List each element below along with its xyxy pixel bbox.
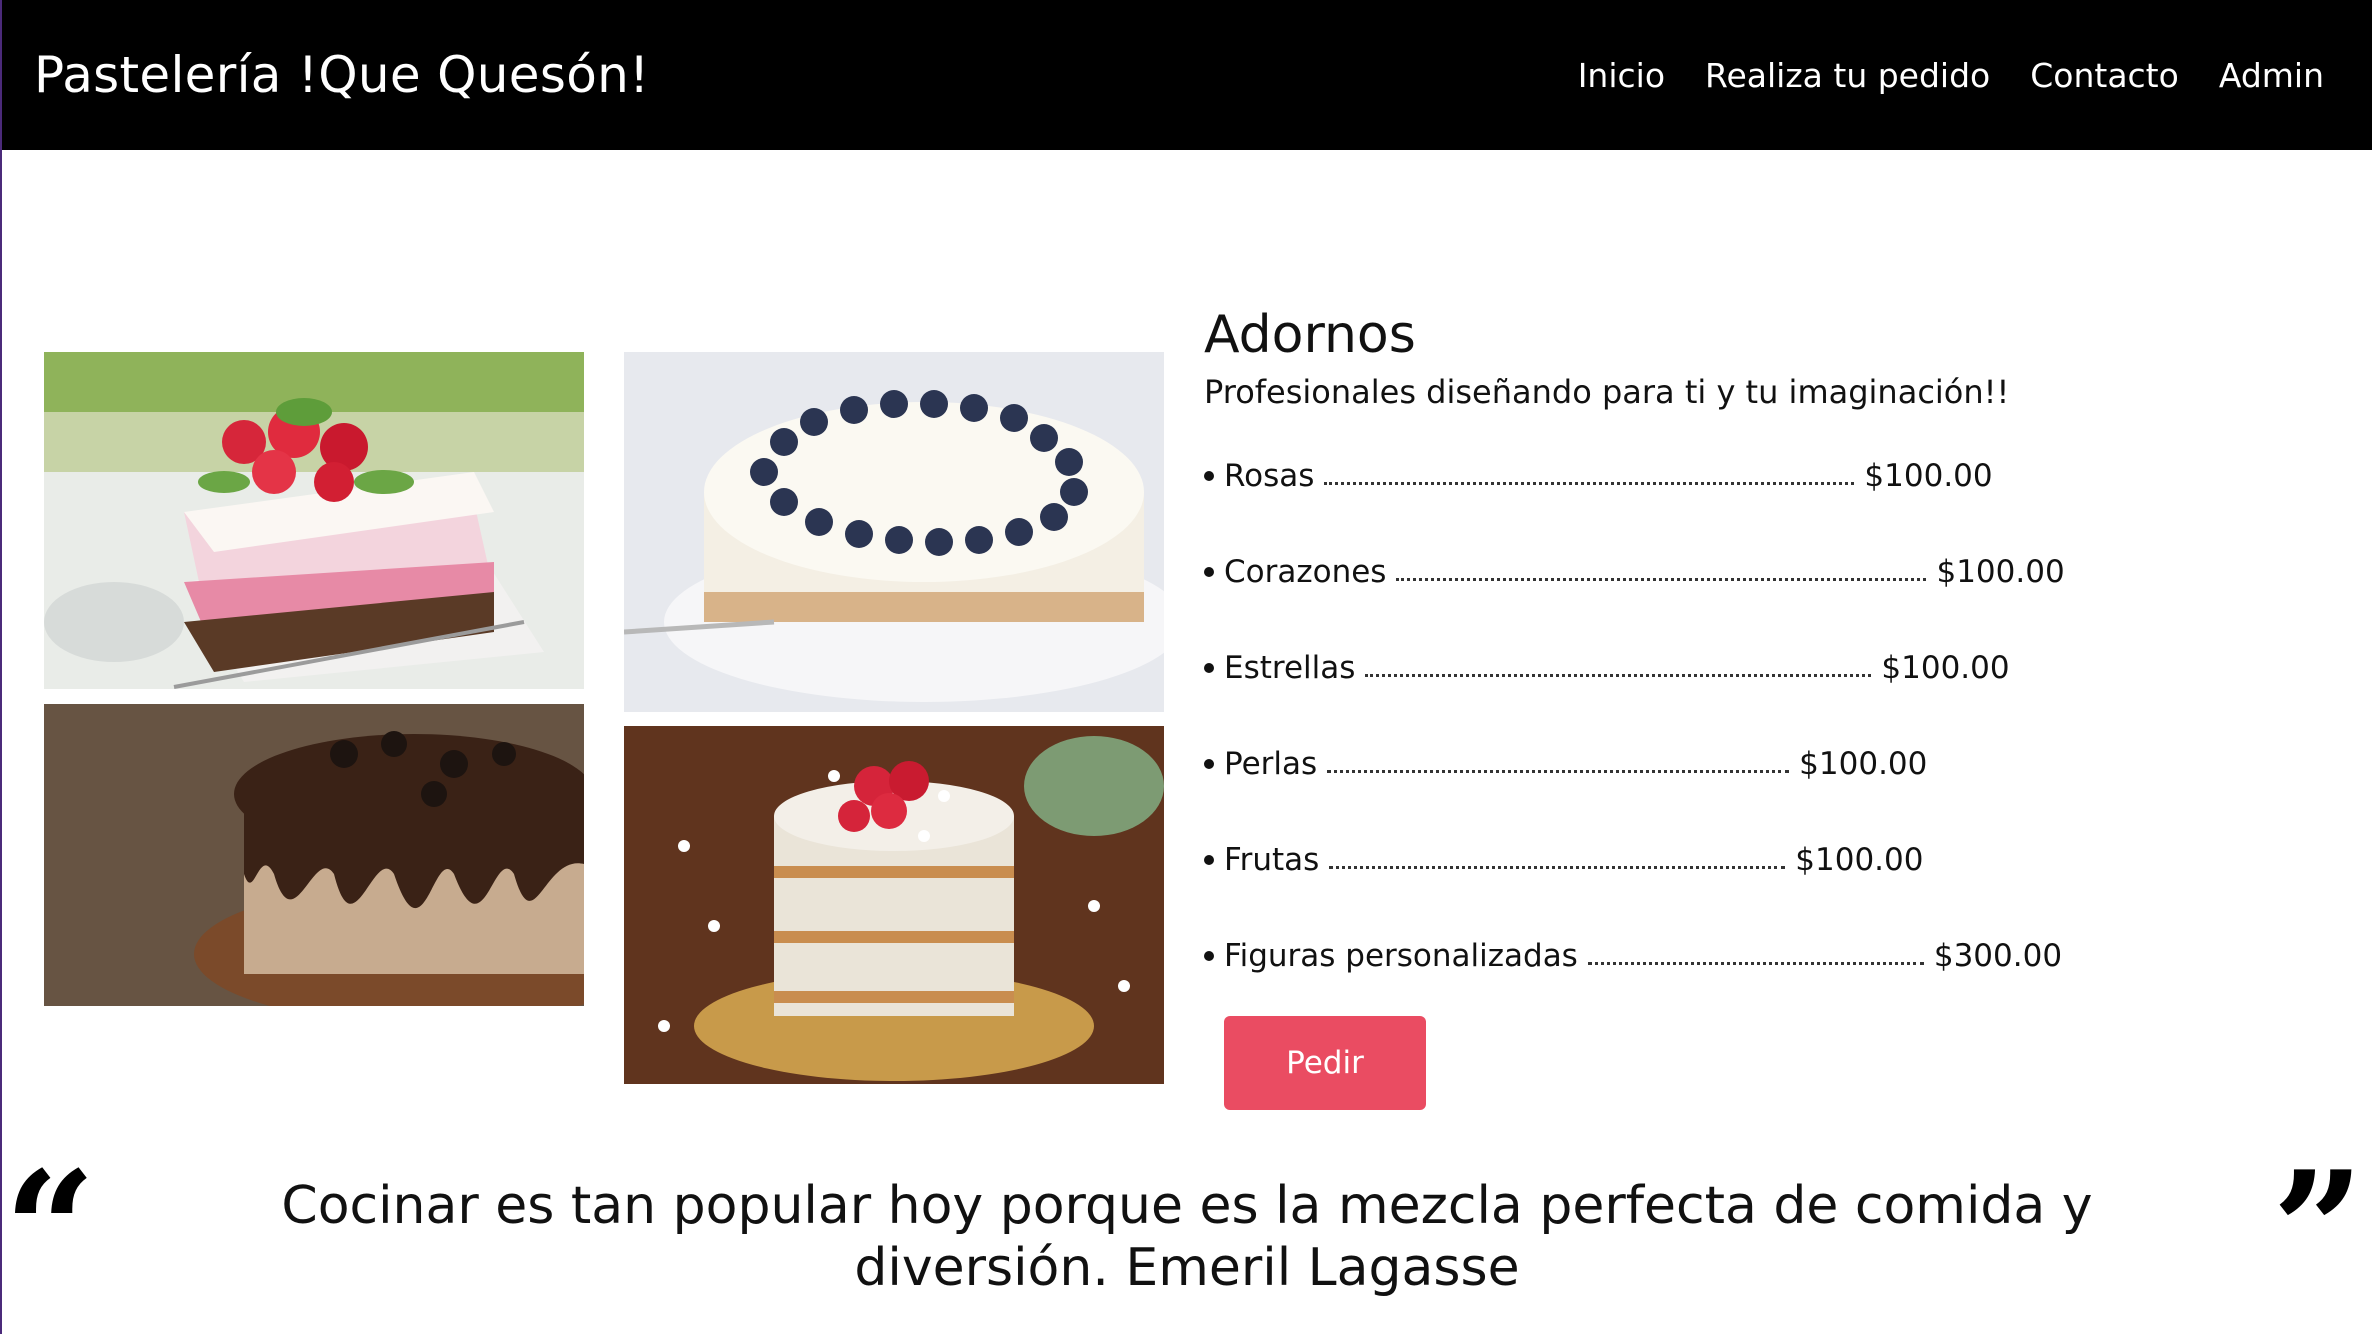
nav-link-contacto[interactable]: Contacto — [2030, 56, 2179, 95]
order-button[interactable]: Pedir — [1224, 1016, 1426, 1110]
top-navbar: Pastelería !Que Quesón! Inicio Realiza t… — [2, 0, 2372, 150]
item-price: $100.00 — [1881, 650, 2010, 686]
item-price: $100.00 — [1799, 746, 1928, 782]
chocolate-cake-image — [44, 704, 584, 1006]
quote-text: Cocinar es tan popular hoy porque es la … — [281, 1176, 2093, 1298]
open-quote-icon: “ — [4, 1136, 97, 1324]
nav-links: Inicio Realiza tu pedido Contacto Admin — [1578, 56, 2324, 95]
menu-list: Rosas $100.00 Corazones $100.00 Estrella… — [1204, 428, 2104, 1004]
list-item: Estrellas $100.00 — [1204, 620, 2104, 716]
dot-leader — [1324, 481, 1855, 485]
nav-link-admin[interactable]: Admin — [2219, 56, 2324, 95]
dot-leader — [1587, 961, 1924, 965]
menu-title: Adornos — [1204, 305, 1416, 365]
menu-section: Adornos Profesionales diseñando para ti … — [1204, 300, 2104, 1110]
blueberry-cheesecake-image — [624, 352, 1164, 712]
item-price: $300.00 — [1933, 938, 2063, 974]
list-item: Corazones $100.00 — [1204, 524, 2104, 620]
nav-link-realiza-pedido[interactable]: Realiza tu pedido — [1705, 56, 1990, 95]
menu-subtitle: Profesionales diseñando para ti y tu ima… — [1204, 373, 2010, 411]
dot-leader — [1327, 769, 1790, 773]
dot-leader — [1329, 865, 1786, 869]
item-name: Frutas — [1224, 842, 1320, 878]
item-name: Corazones — [1224, 554, 1387, 590]
naked-cake-image — [624, 726, 1164, 1084]
item-name: Figuras personalizadas — [1224, 938, 1578, 974]
page: Pastelería !Que Quesón! Inicio Realiza t… — [0, 0, 2372, 1334]
list-item: Rosas $100.00 — [1204, 428, 2104, 524]
dot-leader — [1365, 673, 1872, 677]
strawberry-cake-image — [44, 352, 584, 689]
item-price: $100.00 — [1795, 842, 1924, 878]
list-item: Figuras personalizadas $300.00 — [1204, 908, 2104, 1004]
close-quote-icon: ” — [2272, 1136, 2365, 1324]
item-price: $100.00 — [1936, 554, 2065, 590]
dot-leader — [1396, 577, 1927, 581]
list-item: Perlas $100.00 — [1204, 716, 2104, 812]
item-name: Rosas — [1224, 458, 1315, 494]
item-name: Estrellas — [1224, 650, 1356, 686]
nav-link-inicio[interactable]: Inicio — [1578, 56, 1665, 95]
brand-logo-text[interactable]: Pastelería !Que Quesón! — [34, 46, 649, 104]
list-item: Frutas $100.00 — [1204, 812, 2104, 908]
item-name: Perlas — [1224, 746, 1318, 782]
item-price: $100.00 — [1864, 458, 1993, 494]
